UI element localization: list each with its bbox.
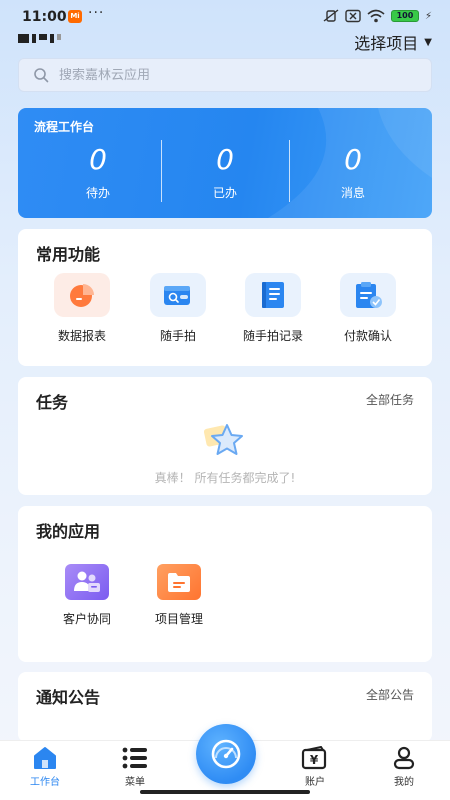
home-icon: [34, 747, 56, 769]
account-yen-icon: ¥: [301, 746, 327, 770]
search-input[interactable]: [59, 67, 399, 83]
more-notifications-icon: ···: [88, 5, 105, 21]
func-label: 随手拍: [159, 329, 196, 343]
app-project-management[interactable]: 项目管理: [139, 564, 219, 627]
no-sim-icon: [345, 9, 361, 23]
all-tasks-link[interactable]: 全部任务: [366, 391, 414, 408]
nav-label: 菜单: [125, 777, 145, 788]
app-tile: [157, 564, 201, 600]
folder-icon: [168, 573, 190, 592]
func-tile: [340, 273, 396, 317]
common-functions-title: 常用功能: [36, 245, 101, 264]
workflow-panel: 流程工作台 0 待办 0 已办 0 消息: [18, 108, 432, 218]
nav-account[interactable]: ¥ 账户: [280, 745, 350, 788]
app-label: 项目管理: [154, 612, 203, 626]
notebook-icon: [262, 282, 284, 308]
wallet-search-icon: [164, 286, 190, 305]
func-label: 付款确认: [343, 329, 392, 343]
app-tile: [65, 564, 109, 600]
pie-chart-icon: [70, 284, 94, 307]
customer-collab-icon: [74, 571, 100, 592]
nav-icon: ¥: [280, 745, 350, 771]
done-label: 已办: [212, 186, 237, 200]
nav-label: 账户: [305, 777, 325, 788]
status-indicators: 100 ⚡: [323, 9, 432, 23]
tasks-title: 任务: [36, 393, 69, 412]
nav-icon: [100, 745, 170, 771]
todo-label: 待办: [85, 186, 110, 200]
tasks-card: 任务 全部任务 真棒！ 所有任务都完成了!: [18, 377, 432, 495]
empty-message: 真棒！ 所有任务都完成了!: [154, 471, 296, 485]
func-data-report[interactable]: 数据报表: [42, 273, 122, 344]
empty-state: [201, 421, 249, 465]
todo-count: 0: [89, 143, 107, 176]
nav-icon: [10, 745, 80, 771]
nav-icon: [369, 745, 439, 771]
my-apps-title: 我的应用: [36, 522, 101, 541]
nav-menu[interactable]: 菜单: [100, 745, 170, 788]
charging-icon: ⚡: [424, 10, 432, 22]
nav-mine[interactable]: 我的: [369, 745, 439, 788]
func-tile: [150, 273, 206, 317]
search-box[interactable]: [18, 58, 432, 92]
func-label: 数据报表: [57, 329, 106, 343]
my-apps-card: 我的应用 客户协同 项目管理: [18, 506, 432, 662]
payment-clipboard-icon: [356, 282, 382, 308]
wifi-icon: [367, 9, 385, 23]
home-indicator[interactable]: [140, 790, 310, 794]
common-functions-card: 常用功能 数据报表 随手拍 随手拍记录 付款确认: [18, 229, 432, 366]
func-snapshot-records[interactable]: 随手拍记录: [233, 273, 313, 344]
scan-action-button[interactable]: [196, 724, 256, 784]
message-label: 消息: [340, 186, 365, 200]
notices-title: 通知公告: [36, 688, 101, 707]
workflow-title: 流程工作台: [34, 120, 95, 134]
star-icon: [203, 424, 243, 455]
status-time: 11:00: [22, 9, 67, 25]
message-stat[interactable]: 0 消息: [289, 142, 417, 201]
func-snapshot[interactable]: 随手拍: [138, 273, 218, 344]
search-icon: [34, 68, 49, 83]
project-select-label: 选择项目: [354, 34, 419, 53]
func-payment-confirm[interactable]: 付款确认: [328, 273, 408, 344]
svg-text:¥: ¥: [310, 753, 319, 767]
func-tile: [54, 273, 110, 317]
func-tile: [245, 273, 301, 317]
done-count: 0: [216, 143, 234, 176]
app-label: 客户协同: [62, 612, 111, 626]
nav-label: 我的: [394, 777, 414, 788]
func-label: 随手拍记录: [242, 329, 303, 343]
vibrate-mute-icon: [323, 9, 339, 22]
nav-label: 工作台: [30, 777, 60, 788]
caret-down-icon: ▼: [424, 36, 432, 48]
app-customer-collab[interactable]: 客户协同: [47, 564, 127, 627]
status-bar: 11:00 Mi ··· 100 ⚡: [0, 0, 450, 34]
project-select[interactable]: 选择项目 ▼: [354, 30, 432, 54]
app-logo: [18, 34, 61, 43]
all-notices-link[interactable]: 全部公告: [366, 686, 414, 703]
battery-icon: 100: [390, 10, 419, 22]
message-count: 0: [344, 143, 362, 176]
nav-workbench[interactable]: 工作台: [10, 745, 80, 788]
menu-list-icon: [122, 747, 147, 769]
done-stat[interactable]: 0 已办: [161, 142, 289, 201]
speedometer-icon: [211, 739, 241, 769]
mi-notification-icon: Mi: [68, 10, 82, 23]
user-icon: [393, 746, 415, 770]
todo-stat[interactable]: 0 待办: [34, 142, 162, 201]
